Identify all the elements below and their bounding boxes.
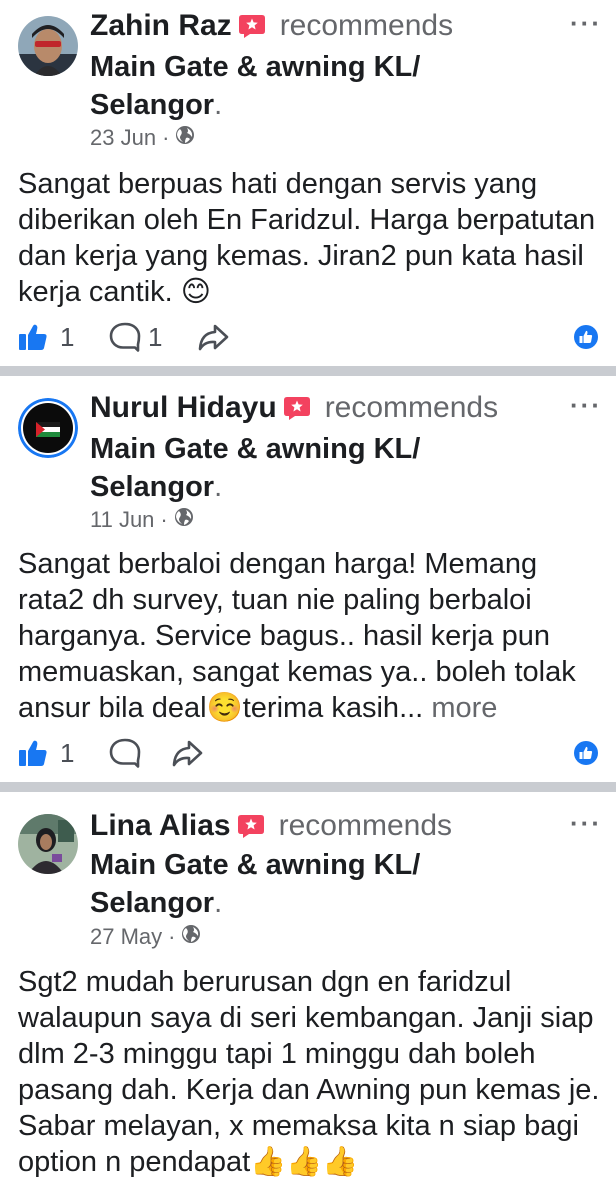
page-name-period: .: [214, 471, 223, 503]
author-name[interactable]: Zahin Raz: [90, 9, 232, 43]
more-options-icon[interactable]: ···: [570, 390, 602, 421]
globe-icon: [181, 924, 201, 950]
recommend-star-icon: [283, 395, 311, 421]
post-meta: 11 Jun ·: [90, 505, 194, 535]
page-name-period: .: [214, 887, 223, 919]
meta-separator: ·: [168, 924, 176, 949]
post-actions-bar: 1 1: [0, 317, 616, 357]
like-button[interactable]: 1: [18, 317, 74, 357]
post-date[interactable]: 27 May: [90, 924, 162, 950]
author-name[interactable]: Lina Alias: [90, 809, 231, 843]
post-divider: [0, 782, 616, 792]
thumbs-up-icon: [19, 324, 47, 350]
more-options-icon[interactable]: ···: [570, 8, 602, 39]
comment-icon: [109, 322, 141, 352]
like-count: 1: [60, 321, 75, 352]
like-count: 1: [60, 737, 75, 768]
comment-button[interactable]: [108, 733, 142, 773]
recommend-star-icon: [237, 813, 265, 839]
share-icon: [198, 324, 229, 351]
recommended-page-link[interactable]: Main Gate & awning KL/ Selangor.: [90, 846, 520, 922]
comment-icon: [109, 738, 141, 768]
thumbs-up-icon: [19, 740, 47, 766]
post-header: Nurul Hidayu recommends: [90, 388, 498, 428]
page-name-line-1: Main Gate & awning KL/: [90, 849, 421, 881]
page-name-line-2: Selangor: [90, 471, 215, 503]
page-name-line-1: Main Gate & awning KL/: [90, 51, 421, 83]
recommends-label: recommends: [278, 809, 453, 842]
share-button[interactable]: [196, 317, 230, 357]
globe-icon: [174, 507, 194, 533]
recommends-label: recommends: [324, 391, 499, 424]
share-icon: [172, 740, 203, 767]
recommendations-feed: Zahin Raz recommends ··· Main Gate & awn…: [0, 0, 616, 1188]
post-header: Zahin Raz recommends: [90, 6, 453, 46]
see-more-link[interactable]: more: [431, 692, 497, 724]
post-meta: 23 Jun ·: [90, 123, 195, 153]
post-header: Lina Alias recommends: [90, 806, 452, 846]
recommendation-post: Nurul Hidayu recommends ··· Main Gate & …: [0, 388, 616, 772]
post-date[interactable]: 23 Jun: [90, 125, 156, 151]
post-actions-bar: 1: [0, 733, 616, 773]
comment-count: 1: [148, 321, 163, 352]
comment-button[interactable]: 1: [108, 317, 162, 357]
like-reaction-icon[interactable]: [574, 325, 598, 349]
page-name-period: .: [214, 89, 223, 121]
meta-separator: ·: [162, 125, 170, 150]
share-button[interactable]: [170, 733, 204, 773]
post-date[interactable]: 11 Jun: [90, 507, 154, 533]
avatar[interactable]: [18, 16, 78, 76]
avatar[interactable]: [18, 398, 78, 458]
post-divider: [0, 366, 616, 376]
more-options-icon[interactable]: ···: [570, 808, 602, 839]
recommendation-post: Zahin Raz recommends ··· Main Gate & awn…: [0, 6, 616, 358]
recommends-label: recommends: [279, 9, 454, 42]
recommended-page-link[interactable]: Main Gate & awning KL/ Selangor.: [90, 48, 520, 124]
post-text: Sgt2 mudah berurusan dgn en faridzul wal…: [18, 966, 600, 1178]
post-meta: 27 May ·: [90, 922, 201, 952]
globe-icon: [175, 125, 195, 151]
post-text: Sangat berbaloi dengan harga! Memang rat…: [18, 546, 603, 726]
avatar[interactable]: [18, 814, 78, 874]
like-reaction-icon[interactable]: [574, 741, 598, 765]
author-name[interactable]: Nurul Hidayu: [90, 391, 277, 425]
recommendation-post: Lina Alias recommends ··· Main Gate & aw…: [0, 806, 616, 1188]
page-name-line-1: Main Gate & awning KL/: [90, 433, 421, 465]
page-name-line-2: Selangor: [90, 89, 215, 121]
meta-separator: ·: [160, 507, 168, 532]
recommend-star-icon: [238, 13, 266, 39]
page-name-line-2: Selangor: [90, 887, 215, 919]
recommended-page-link[interactable]: Main Gate & awning KL/ Selangor.: [90, 430, 520, 506]
post-text: Sangat berpuas hati dengan servis yang d…: [18, 168, 596, 308]
like-button[interactable]: 1: [18, 733, 74, 773]
